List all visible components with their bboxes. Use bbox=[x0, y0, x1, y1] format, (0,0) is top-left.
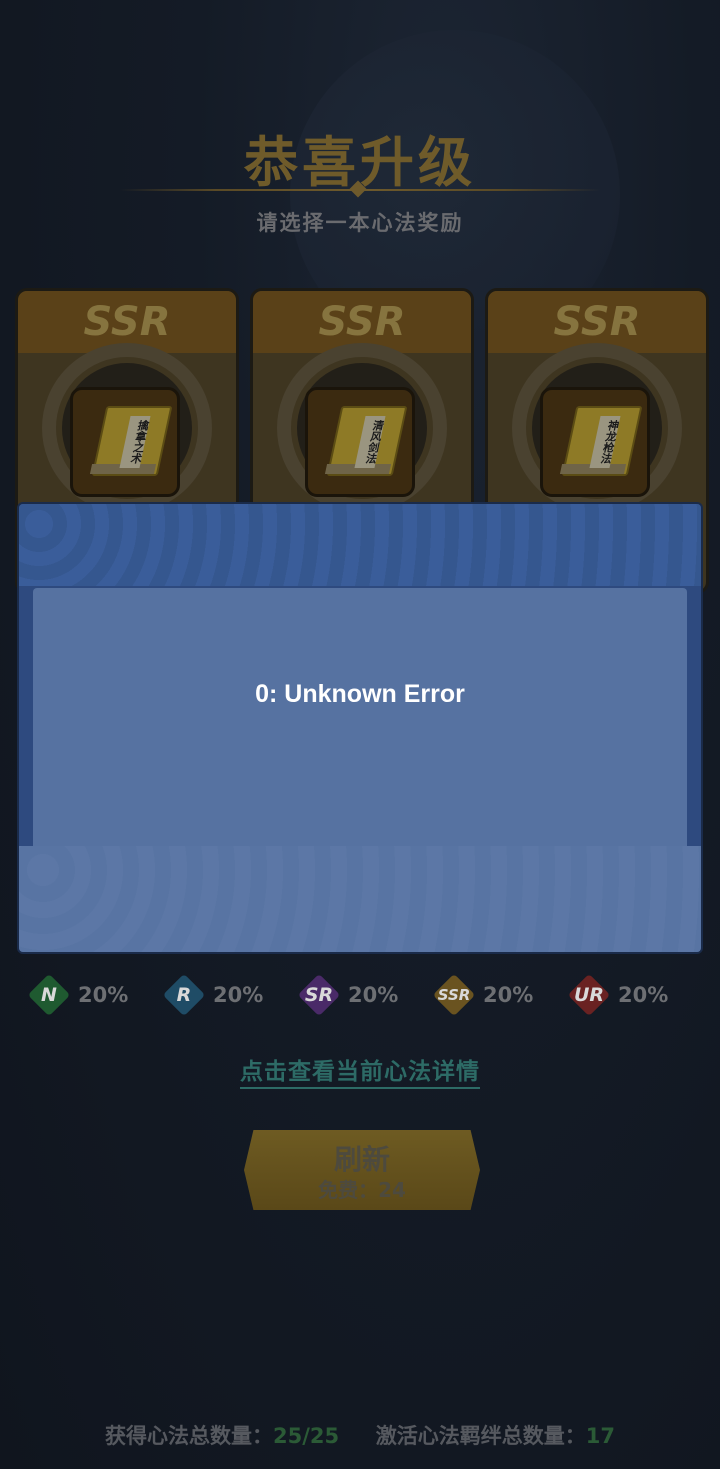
bond-label: 激活心法羁绊总数量： bbox=[375, 1424, 586, 1448]
view-details-label: 点击查看当前心法详情 bbox=[240, 1059, 480, 1089]
error-dialog[interactable]: 0: Unknown Error bbox=[17, 502, 703, 954]
card-rarity: SSR bbox=[83, 299, 171, 345]
book-icon: 清风剑法 bbox=[320, 402, 408, 482]
rate-n: N 20% bbox=[26, 972, 128, 1018]
page-subtitle: 请选择一本心法奖励 bbox=[256, 211, 464, 235]
error-message: 0: Unknown Error bbox=[255, 680, 465, 708]
rate-r: R 20% bbox=[161, 972, 263, 1018]
dialog-footer bbox=[19, 846, 701, 952]
book-icon-frame: 神龙枪法 bbox=[540, 387, 650, 497]
rate-value: 20% bbox=[348, 983, 399, 1007]
book-icon: 擒拿之术 bbox=[85, 402, 173, 482]
bottom-stats: 获得心法总数量：25/25 激活心法羁绊总数量：17 bbox=[0, 1420, 720, 1450]
sr-rarity-icon: SR bbox=[296, 972, 342, 1018]
view-details-link[interactable]: 点击查看当前心法详情 bbox=[0, 1052, 720, 1089]
rate-sr: SR 20% bbox=[296, 972, 398, 1018]
rate-ssr: SSR 20% bbox=[431, 972, 533, 1018]
book-icon-frame: 清风剑法 bbox=[305, 387, 415, 497]
rate-value: 20% bbox=[618, 983, 669, 1007]
rate-value: 20% bbox=[483, 983, 534, 1007]
rate-ur: UR 20% bbox=[566, 972, 668, 1018]
rate-value: 20% bbox=[78, 983, 129, 1007]
ur-rarity-icon: UR bbox=[566, 972, 612, 1018]
n-rarity-icon: N bbox=[26, 972, 72, 1018]
bond-value: 17 bbox=[585, 1424, 615, 1448]
refresh-button[interactable]: 刷新 免费：24 bbox=[244, 1130, 480, 1210]
card-rarity: SSR bbox=[318, 299, 406, 345]
card-rarity: SSR bbox=[553, 299, 641, 345]
dialog-header bbox=[19, 504, 701, 586]
obtained-value: 25/25 bbox=[273, 1424, 340, 1448]
book-icon-frame: 擒拿之术 bbox=[70, 387, 180, 497]
book-icon: 神龙枪法 bbox=[555, 402, 643, 482]
rate-value: 20% bbox=[213, 983, 264, 1007]
refresh-cost: 免费：24 bbox=[318, 1178, 406, 1202]
obtained-label: 获得心法总数量： bbox=[105, 1424, 274, 1448]
r-rarity-icon: R bbox=[161, 972, 207, 1018]
ssr-rarity-icon: SSR bbox=[431, 972, 477, 1018]
rarity-rates: N 20% R 20% SR 20% SSR 20% UR 20% bbox=[8, 972, 712, 1018]
